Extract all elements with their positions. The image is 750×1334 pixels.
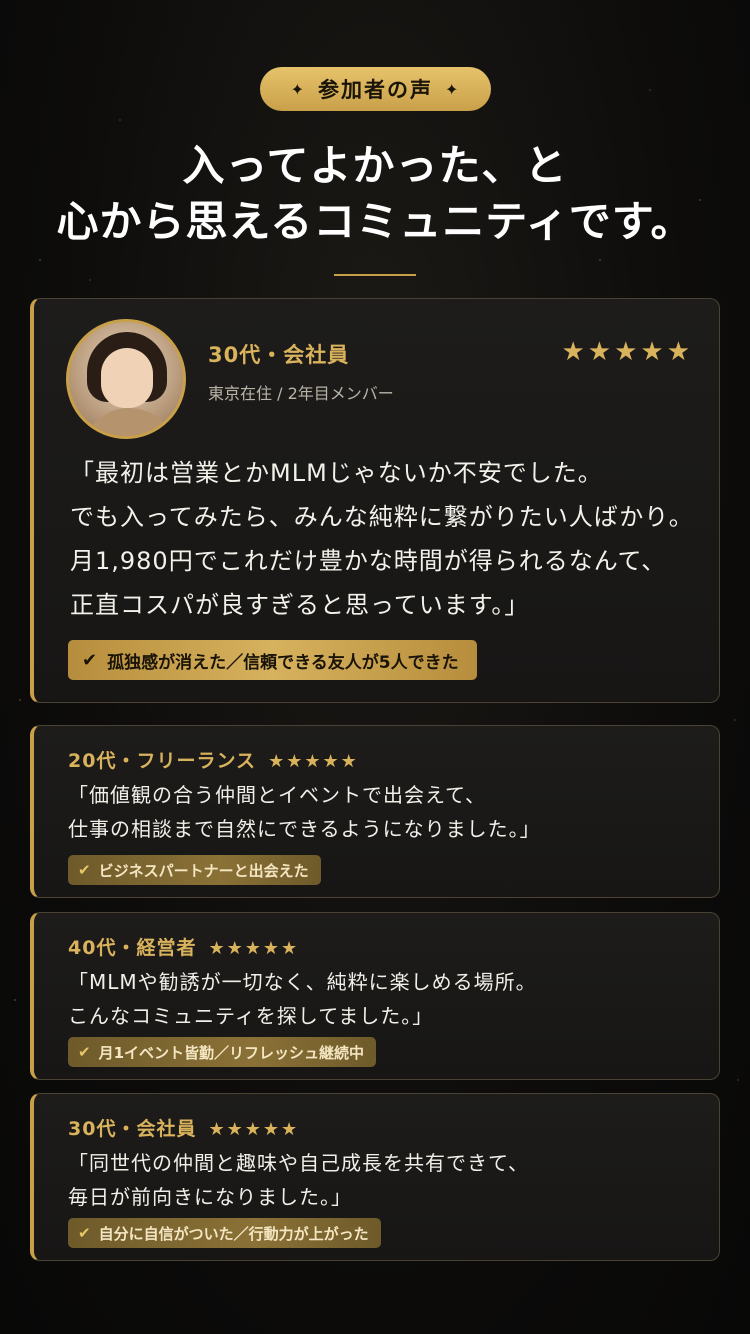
sparkle-icon: ✦ (290, 79, 306, 99)
result-tag-label: ビジネスパートナーと出会えた (98, 861, 309, 880)
testimonial-quote: 「MLMや勧誘が一切なく、純粋に楽しめる場所。 こんなコミュニティを探してました… (68, 970, 537, 1028)
headline-line-2: 心から思えるコミュニティです。 (56, 197, 694, 246)
star-rating: ★★★★★ (208, 1119, 300, 1140)
result-tag-label: 孤独感が消えた／信頼できる友人が5人できた (107, 652, 459, 673)
reviewer-subtitle: 東京在住 / 2年目メンバー (208, 384, 394, 403)
testimonial-card: 20代・フリーランス ★★★★★ 「価値観の合う仲間とイベントで出会えて、 仕事の… (30, 725, 720, 898)
star-rating: ★★★★★ (561, 337, 693, 367)
reviewer-title: 30代・会社員 (208, 343, 350, 367)
result-tag-label: 月1イベント皆勤／リフレッシュ継続中 (98, 1043, 365, 1062)
testimonial-quote: 「同世代の仲間と趣味や自己成長を共有できて、 毎日が前向きになりました。」 (68, 1151, 529, 1209)
result-tag: ✔ ビジネスパートナーと出会えた (68, 855, 321, 885)
testimonial-card: 30代・会社員 ★★★★★ 「同世代の仲間と趣味や自己成長を共有できて、 毎日が前… (30, 1093, 720, 1261)
reviewer-header: 20代・フリーランス ★★★★★ (68, 746, 359, 773)
woman-portrait-icon (66, 319, 186, 439)
result-tag: ✔ 孤独感が消えた／信頼できる友人が5人できた (68, 640, 477, 680)
check-icon: ✔ (78, 861, 91, 879)
result-tag: ✔ 自分に自信がついた／行動力が上がった (68, 1218, 381, 1248)
badge-label: 参加者の声 (318, 78, 433, 102)
check-icon: ✔ (78, 1224, 91, 1242)
check-icon: ✔ (78, 1043, 91, 1061)
star-rating: ★★★★★ (268, 751, 359, 772)
testimonial-quote: 「最初は営業とかMLMじゃないか不安でした。 でも入ってみたら、みんな純粋に繋が… (70, 459, 694, 619)
section-badge: ✦ 参加者の声 ✦ (260, 67, 491, 111)
reviewer-title: 30代・会社員 (68, 1118, 197, 1140)
result-tag: ✔ 月1イベント皆勤／リフレッシュ継続中 (68, 1037, 377, 1067)
reviewer-title: 20代・フリーランス (68, 750, 257, 772)
reviewer-header: 30代・会社員 ★★★★★ (68, 1114, 299, 1141)
featured-testimonial-card: 30代・会社員 東京在住 / 2年目メンバー ★★★★★ 「最初は営業とかMLM… (30, 298, 720, 703)
page-headline: 入ってよかった、と 心から思えるコミュニティです。 (0, 138, 750, 250)
reviewer-title: 40代・経営者 (68, 937, 197, 959)
divider (334, 274, 416, 276)
headline-line-1: 入ってよかった、と (182, 141, 568, 190)
check-icon: ✔ (82, 649, 98, 671)
result-tag-label: 自分に自信がついた／行動力が上がった (98, 1224, 369, 1243)
reviewer-header: 40代・経営者 ★★★★★ (68, 933, 299, 960)
testimonial-card: 40代・経営者 ★★★★★ 「MLMや勧誘が一切なく、純粋に楽しめる場所。 こんな… (30, 912, 720, 1080)
testimonial-quote: 「価値観の合う仲間とイベントで出会えて、 仕事の相談まで自然にできるようになりま… (68, 783, 541, 841)
star-rating: ★★★★★ (208, 938, 300, 959)
sparkle-icon: ✦ (445, 79, 461, 99)
